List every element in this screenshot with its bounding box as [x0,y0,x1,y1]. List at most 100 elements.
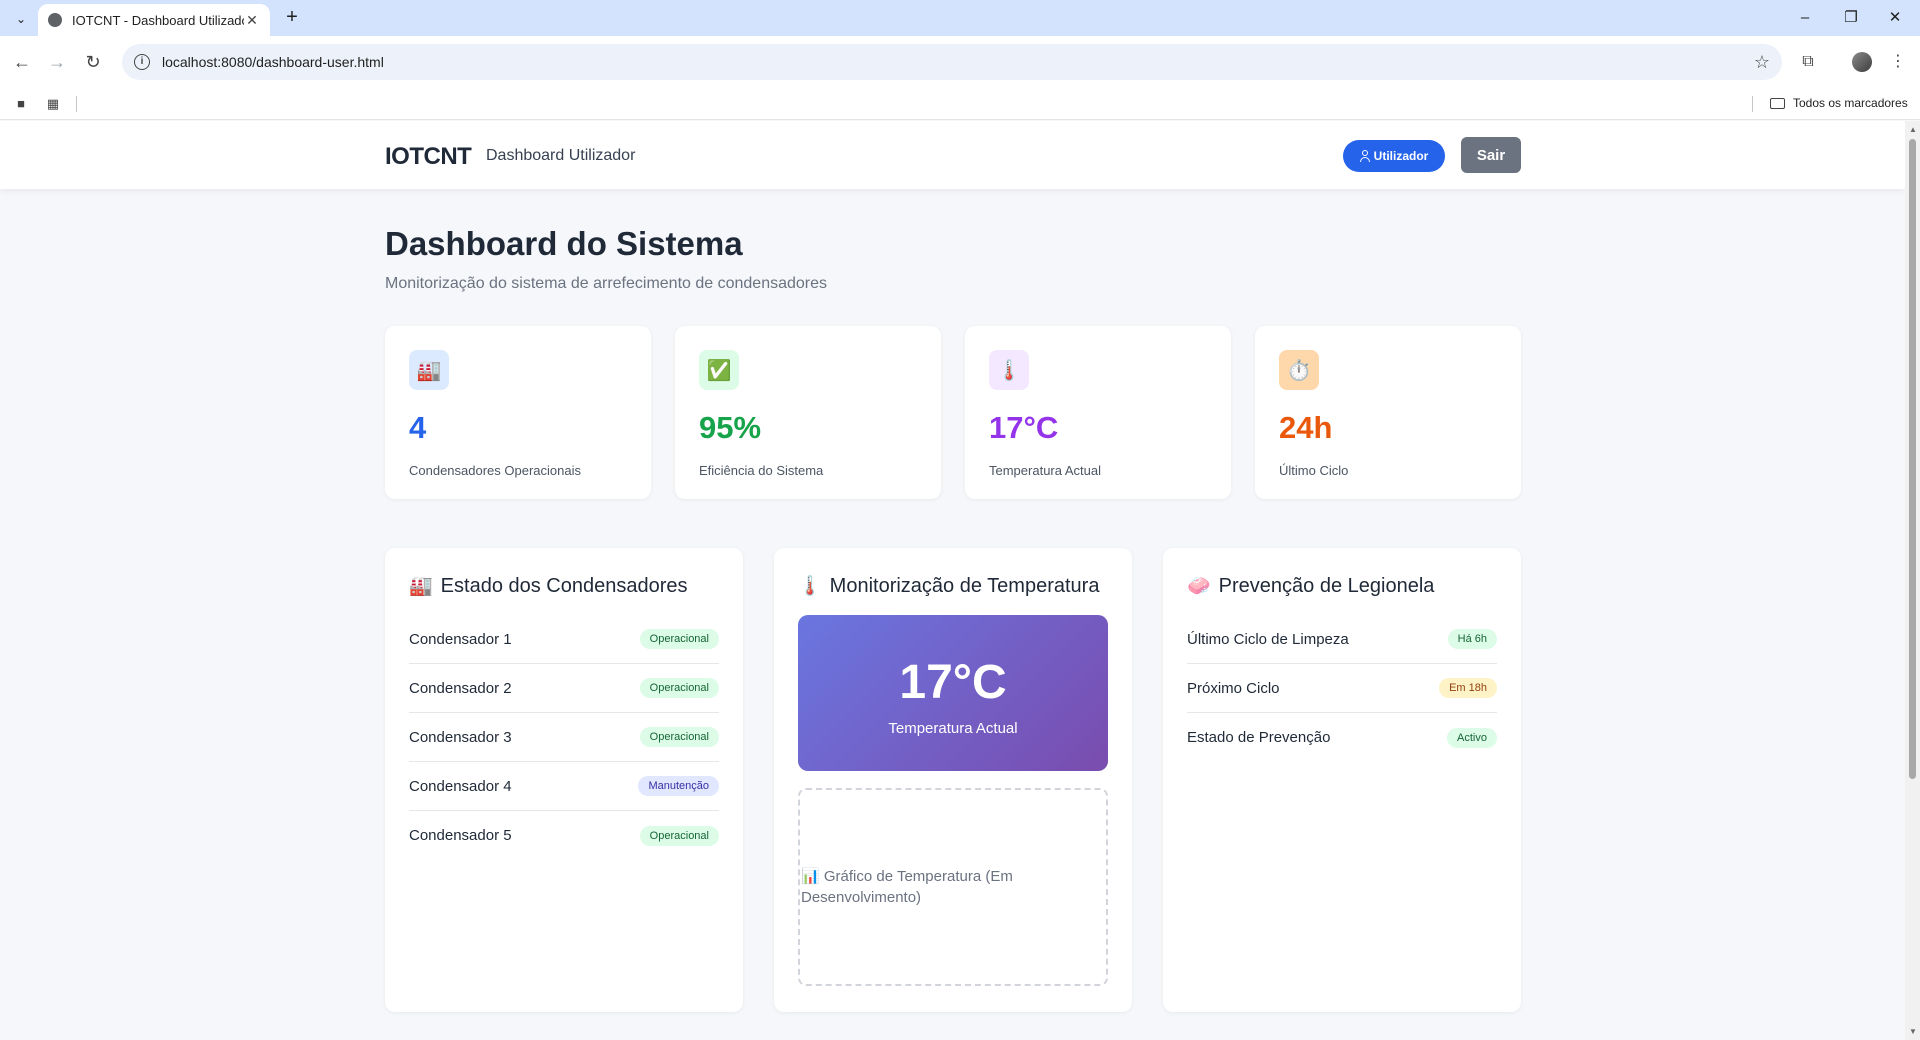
scroll-down-icon[interactable]: ▼ [1909,1027,1917,1036]
stat-card-last-cycle: ⏱️ 24h Último Ciclo [1255,326,1521,499]
soap-icon: 🧼 [1187,576,1211,597]
status-badge: Manutenção [638,776,719,796]
status-badge: Operacional [639,629,719,649]
minimize-icon[interactable]: – [1790,6,1820,30]
apps-grid-icon[interactable]: ▦ [44,95,62,113]
browser-tab[interactable]: IOTCNT - Dashboard Utilizador ✕ [38,4,270,36]
status-badge: Operacional [639,825,719,846]
restore-icon[interactable]: ❐ [1836,6,1866,30]
condenser-name: Condensador 1 [409,630,512,648]
info-icon[interactable]: i [134,54,150,70]
temperature-chart-placeholder: 📊 Gráfico de Temperatura (Em Desenvolvim… [798,788,1108,986]
panel-title: 🏭 Estado dos Condensadores [409,574,688,598]
status-badge: Operacional [639,727,719,747]
panel-title-text: Monitorização de Temperatura [829,574,1100,597]
bookmarks-divider [1752,96,1753,112]
list-item: Condensador 1 Operacional [409,615,719,664]
factory-icon: 🏭 [409,350,449,390]
bookmarks-divider [76,96,77,112]
thermometer-icon: 🌡️ [989,350,1029,390]
stat-label: Condensadores Operacionais [409,463,581,478]
tab-search-chevron-icon[interactable]: ⌄ [10,8,32,30]
app-header: IOTCNT Dashboard Utilizador Utilizador S… [0,121,1905,189]
back-icon[interactable]: ← [10,50,34,74]
panel-title-text: Estado dos Condensadores [440,574,688,597]
stat-value: 17°C [989,410,1059,445]
globe-icon [48,13,62,27]
legionella-label: Próximo Ciclo [1187,679,1280,697]
user-button[interactable]: Utilizador [1343,140,1445,172]
browser-toolbar: ← → ↻ i localhost:8080/dashboard-user.ht… [0,36,1920,88]
list-item: Condensador 5 Operacional [409,811,719,860]
browser-tab-strip: ⌄ IOTCNT - Dashboard Utilizador ✕ + – ❐ … [0,0,1920,36]
logout-button[interactable]: Sair [1461,137,1521,173]
all-bookmarks-label: Todos os marcadores [1793,96,1908,110]
profile-avatar[interactable] [1852,52,1872,72]
stat-card-temperature: 🌡️ 17°C Temperatura Actual [965,326,1231,499]
panel-title: 🧼 Prevenção de Legionela [1187,574,1434,598]
status-badge: Há 6h [1447,629,1497,649]
bar-chart-icon: 📊 [801,868,820,885]
stat-label: Eficiência do Sistema [699,463,824,478]
condenser-name: Condensador 5 [409,827,512,844]
stat-value: 24h [1279,410,1333,445]
address-bar[interactable]: i localhost:8080/dashboard-user.html ☆ [122,44,1782,80]
list-item: Estado de Prevenção Activo [1187,713,1497,762]
status-badge: Operacional [639,678,719,698]
all-bookmarks-button[interactable]: Todos os marcadores [1770,96,1908,110]
scrollbar-thumb[interactable] [1909,139,1916,779]
list-item: Condensador 2 Operacional [409,664,719,713]
folder-icon [1770,97,1785,109]
sidebar-icon[interactable]: ■ [12,95,30,113]
person-icon [1359,150,1370,162]
stat-value: 4 [409,410,427,445]
list-item: Condensador 3 Operacional [409,713,719,762]
chart-placeholder-text: Gráfico de Temperatura (Em Desenvolvimen… [801,868,1013,906]
bookmarks-bar: ■ ▦ Todos os marcadores [0,88,1920,120]
legionella-label: Último Ciclo de Limpeza [1187,630,1349,648]
list-item: Último Ciclo de Limpeza Há 6h [1187,615,1497,664]
page-title: Dashboard do Sistema [385,225,743,262]
condenser-name: Condensador 3 [409,728,512,746]
window-close-icon[interactable]: ✕ [1880,6,1910,30]
page-scrollbar[interactable]: ▲ ▼ [1905,121,1920,1040]
stopwatch-icon: ⏱️ [1279,350,1319,390]
list-item: Condensador 4 Manutenção [409,762,719,811]
stat-card-efficiency: ✅ 95% Eficiência do Sistema [675,326,941,499]
panel-title: 🌡️ Monitorização de Temperatura [798,574,1099,598]
status-badge: Em 18h [1439,678,1497,698]
condenser-name: Condensador 2 [409,679,512,697]
stat-label: Último Ciclo [1279,463,1349,478]
tab-title: IOTCNT - Dashboard Utilizador [72,12,244,28]
temperature-panel: 🌡️ Monitorização de Temperatura 17°C Tem… [774,548,1132,1012]
condenser-name: Condensador 4 [409,777,512,795]
thermometer-icon: 🌡️ [798,576,822,597]
page-subtitle: Monitorização do sistema de arrefeciment… [385,275,828,292]
forward-icon[interactable]: → [45,50,69,74]
panel-title-text: Prevenção de Legionela [1218,574,1435,597]
factory-icon: 🏭 [409,576,433,597]
star-icon[interactable]: ☆ [1754,52,1770,73]
scroll-up-icon[interactable]: ▲ [1909,125,1917,134]
list-item: Próximo Ciclo Em 18h [1187,664,1497,713]
stat-label: Temperatura Actual [989,463,1102,478]
url-text: localhost:8080/dashboard-user.html [162,54,384,70]
temperature-label: Temperatura Actual [888,720,1018,737]
brand-logo[interactable]: IOTCNT [385,143,472,171]
condensers-panel: 🏭 Estado dos Condensadores Condensador 1… [385,548,743,1012]
stat-value: 95% [699,410,762,445]
reload-icon[interactable]: ↻ [81,50,105,74]
status-badge: Activo [1447,727,1497,748]
close-tab-icon[interactable]: ✕ [244,12,260,29]
header-subtitle: Dashboard Utilizador [486,147,636,164]
user-button-label: Utilizador [1373,149,1429,163]
menu-icon[interactable]: ⋮ [1886,50,1910,74]
legionella-label: Estado de Prevenção [1187,729,1331,746]
check-icon: ✅ [699,350,739,390]
extensions-icon[interactable]: ⧉ [1796,50,1820,74]
stat-card-condensers: 🏭 4 Condensadores Operacionais [385,326,651,499]
temperature-value: 17°C [899,656,1007,709]
legionella-panel: 🧼 Prevenção de Legionela Último Ciclo de… [1163,548,1521,1012]
new-tab-icon[interactable]: + [280,6,304,30]
page-viewport: IOTCNT Dashboard Utilizador Utilizador S… [0,121,1905,1040]
